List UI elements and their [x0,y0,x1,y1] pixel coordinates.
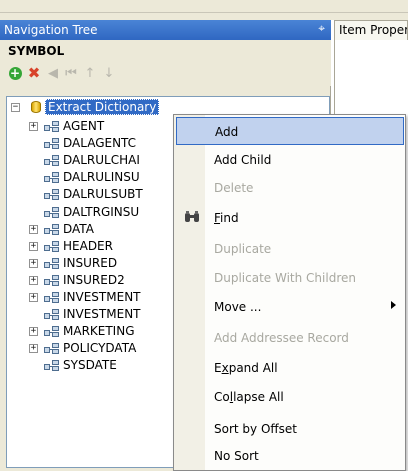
tree-node-label[interactable]: INSURED [63,256,117,270]
menu-item-duplicate[interactable]: Duplicate [176,235,404,263]
tree-node-label[interactable]: MARKETING [63,324,135,338]
menu-item-collapse-all[interactable]: Collapse All [176,383,404,411]
collapse-toggle[interactable]: − [11,103,20,112]
arrow-up-icon: ↑ [84,65,96,81]
expand-toggle[interactable]: + [29,122,38,131]
menu-item-label: Add [215,125,239,139]
record-node-icon [44,121,60,133]
menu-item-no-sort[interactable]: No Sort [176,442,404,470]
tree-node-label[interactable]: HEADER [63,239,113,253]
menu-item-label: Add Addressee Record [214,331,349,345]
menu-item-label: Duplicate [214,242,272,256]
record-node-icon [44,292,60,304]
expand-toggle[interactable]: + [29,327,38,337]
tree-node-label[interactable]: SYSDATE [63,358,117,372]
tree-node-label[interactable]: DALRULCHAI [63,153,140,167]
delete-icon: ✖ [27,63,41,82]
move-first-button[interactable]: ⏮ [62,64,80,82]
tree-node-label[interactable]: INVESTMENT [63,307,141,321]
expand-toggle[interactable]: + [29,275,38,285]
database-icon [30,100,42,114]
menu-item-add[interactable]: Add [176,117,404,145]
arrow-down-icon: ↓ [103,65,115,81]
symbol-bar: SYMBOL [0,40,331,62]
move-down-button[interactable]: ↓ [100,64,118,82]
record-node-icon [44,206,60,219]
record-node-icon [44,189,60,201]
skip-start-icon: ⏮ [65,65,77,81]
add-icon: + [8,65,22,80]
menu-item-label: Move ... [214,300,262,314]
menu-item-duplicate-with-children[interactable]: Duplicate With Children [176,264,404,292]
move-left-button[interactable]: ◀ [44,64,62,82]
menu-item-label: Collapse All [214,390,284,404]
record-node-icon [44,155,60,167]
expand-toggle[interactable]: + [29,241,38,251]
tree-node-label[interactable]: DALTRGINSU [63,205,139,219]
expand-toggle[interactable]: + [29,344,38,354]
record-node-icon [44,138,60,150]
menu-item-label: Sort by Offset [214,422,297,436]
tree-node-label[interactable]: INVESTMENT [63,290,141,304]
menu-item-label: Find [214,211,239,225]
window-edge [0,12,408,13]
menu-item-label: Duplicate With Children [214,271,356,285]
record-node-icon [44,257,60,270]
tree-node-label[interactable]: DALRULSUBT [63,187,143,201]
menu-item-add-child[interactable]: Add Child [176,146,404,174]
tree-node-label[interactable]: INSURED2 [63,273,125,287]
background-window-strip [0,0,408,20]
menu-item-expand-all[interactable]: Expand All [176,354,404,382]
record-node-icon [44,343,60,355]
tree-toolbar: + ✖ ◀ ⏮ ↑ ↓ [0,62,331,86]
expand-toggle[interactable]: + [29,224,38,234]
menu-item-find[interactable]: Find [176,204,404,232]
menu-item-label: Add Child [214,153,272,167]
record-node-icon [44,326,60,338]
record-node-icon [44,172,60,184]
menu-item-add-addressee-record[interactable]: Add Addressee Record [176,324,404,352]
expand-toggle[interactable]: + [29,293,38,302]
tree-node-label[interactable]: AGENT [63,119,104,133]
tab-item-properties[interactable]: Item Proper [334,20,408,40]
menu-item-label: No Sort [214,449,259,463]
add-node-button[interactable]: + [6,64,24,82]
tree-node-label[interactable]: DATA [63,222,94,236]
tree-node-label[interactable]: POLICYDATA [63,341,136,355]
menu-item-label: Delete [214,181,254,195]
tree-node-label[interactable]: DALRULINSU [63,170,140,184]
tree-node-label[interactable]: DALAGENTC [63,136,136,150]
record-node-icon [44,240,60,253]
menu-item-move[interactable]: Move ... [176,293,404,321]
record-node-icon [44,309,60,321]
tree-root-label[interactable]: Extract Dictionary [45,99,160,115]
menu-item-delete[interactable]: Delete [176,174,404,202]
record-node-icon [44,274,60,287]
submenu-arrow-icon [391,301,396,309]
record-node-icon [44,360,60,372]
arrow-left-icon: ◀ [48,65,58,81]
menu-item-sort-by-offset[interactable]: Sort by Offset [176,415,404,443]
expand-toggle[interactable]: + [29,258,38,268]
binoculars-icon [184,210,200,226]
move-up-button[interactable]: ↑ [81,64,99,82]
navigation-panel-header: Navigation Tree ⌖ [0,20,331,40]
delete-node-button[interactable]: ✖ [25,64,43,82]
record-node-icon [44,223,60,236]
symbol-label: SYMBOL [8,44,65,58]
pin-icon[interactable]: ⌖ [318,21,325,36]
context-menu: Add Add Child Delete Find Duplicate Dupl… [173,114,406,471]
navigation-panel-title: Navigation Tree [4,23,98,37]
menu-item-label: Expand All [214,361,278,375]
